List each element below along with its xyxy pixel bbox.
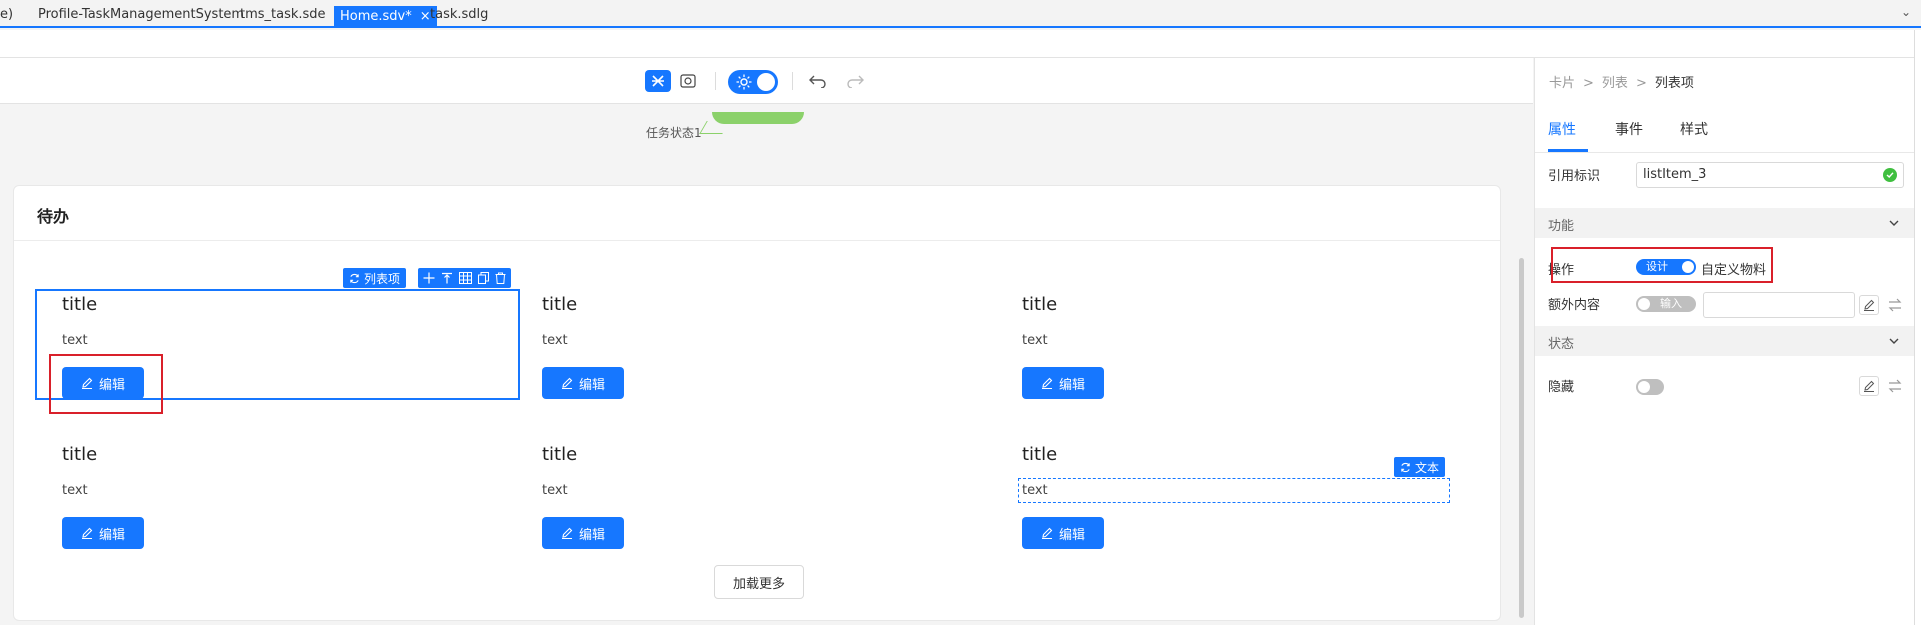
edit-icon[interactable] (1859, 376, 1879, 396)
active-tab-indicator (1548, 149, 1588, 152)
swap-icon[interactable] (1887, 378, 1903, 394)
highlight-box (49, 354, 163, 414)
tab-styles[interactable]: 样式 (1680, 119, 1708, 139)
edit-button[interactable]: 编辑 (62, 517, 144, 549)
list-item-title: title (62, 444, 98, 465)
extra-content-input[interactable] (1703, 292, 1855, 318)
ref-id-input[interactable]: listItem_3 (1636, 162, 1904, 188)
edit-button[interactable]: 编辑 (1022, 517, 1104, 549)
selected-text-outline[interactable] (1018, 478, 1450, 503)
property-tabs: 属性 事件 样式 (1535, 106, 1914, 153)
switch-knob (1638, 381, 1650, 393)
edit-icon (561, 527, 573, 539)
card-divider (14, 240, 1500, 241)
list-item-tag-label: 列表项 (364, 271, 401, 286)
canvas-scrollbar[interactable] (1519, 258, 1524, 618)
highlight-box (1551, 247, 1773, 283)
hidden-label: 隐藏 (1548, 380, 1575, 395)
copy-icon[interactable] (478, 272, 489, 284)
trash-icon[interactable] (495, 272, 506, 284)
extra-switch-text: 输入 (1660, 297, 1682, 310)
load-more-button[interactable]: 加载更多 (714, 565, 804, 599)
text-tag[interactable]: 文本 (1394, 457, 1446, 477)
edit-button[interactable]: 编辑 (1022, 367, 1104, 399)
tab-label: Home.sdv* (340, 9, 412, 24)
check-icon (1883, 168, 1897, 182)
list-item-text: text (1022, 333, 1048, 348)
list-item-title: title (542, 444, 578, 465)
align-top-icon[interactable] (441, 272, 453, 284)
extra-content-label: 额外内容 (1548, 298, 1601, 313)
refresh-icon (350, 273, 359, 283)
breadcrumb-item[interactable]: 卡片 (1549, 76, 1575, 91)
edit-button[interactable]: 编辑 (542, 367, 624, 399)
item-toolbar (418, 268, 511, 288)
tab-home-sdv[interactable]: Home.sdv* × (334, 6, 437, 28)
edit-button-label: 编辑 (578, 527, 605, 543)
tab-profile-task-management-system[interactable]: Profile-TaskManagementSystem (38, 4, 244, 26)
ref-id-value: listItem_3 (1643, 167, 1707, 182)
tab-task-sdlg[interactable]: task.sdlg (430, 4, 488, 26)
edit-icon (1041, 527, 1053, 539)
tab-properties[interactable]: 属性 (1548, 119, 1576, 139)
chevron-down-icon[interactable]: ⌄ (1901, 5, 1911, 19)
property-panel: 卡片 > 列表 > 列表项 属性 事件 样式 引用标识 listItem_3 功能 操作… (1534, 58, 1914, 625)
list-item-title: title (542, 294, 578, 315)
edit-button-label: 编辑 (1058, 377, 1085, 393)
list-item-text: text (542, 333, 568, 348)
section-state[interactable]: 状态 (1535, 326, 1914, 356)
ref-id-label: 引用标识 (1548, 169, 1601, 184)
grid-icon[interactable] (459, 272, 472, 284)
edit-icon (1041, 377, 1053, 389)
text-tag-label: 文本 (1415, 460, 1440, 475)
edit-button[interactable]: 编辑 (542, 517, 624, 549)
right-edge-strip (1914, 30, 1921, 625)
edit-icon (81, 527, 93, 539)
design-mode-icon[interactable] (645, 70, 671, 92)
tab-tms-task-sde[interactable]: tms_task.sde (240, 4, 326, 26)
section-function-label: 功能 (1548, 219, 1575, 234)
hidden-switch[interactable] (1636, 379, 1664, 395)
list-item-title: title (1022, 294, 1058, 315)
edit-button-label: 编辑 (578, 377, 605, 393)
todo-card[interactable]: 待办 title text 编辑 title text 编辑 title tex… (13, 185, 1501, 621)
switch-knob (1638, 298, 1650, 310)
move-icon[interactable] (423, 272, 435, 284)
breadcrumb-item[interactable]: 列表 (1602, 76, 1628, 91)
list-item-title: title (1022, 444, 1058, 465)
breadcrumb-separator: > (1583, 76, 1594, 91)
sub-toolbar (0, 30, 1921, 58)
list-item-text: text (62, 483, 88, 498)
swap-icon[interactable] (1887, 297, 1903, 313)
breadcrumb-separator: > (1635, 76, 1647, 91)
toolbar-divider (715, 72, 716, 90)
breadcrumb-current: 列表项 (1654, 76, 1694, 91)
chevron-down-icon (1889, 220, 1899, 226)
refresh-icon (1401, 462, 1410, 472)
redo-icon[interactable] (842, 70, 868, 92)
preview-icon[interactable] (675, 70, 701, 92)
sun-icon (736, 74, 752, 90)
toggle-knob (757, 73, 775, 91)
tab-profile-partial[interactable]: e) (0, 4, 13, 26)
edit-icon (561, 377, 573, 389)
edit-icon[interactable] (1859, 295, 1879, 315)
toolbar-divider (792, 72, 793, 90)
card-title: 待办 (37, 207, 70, 226)
list-item-tag[interactable]: 列表项 (343, 268, 407, 288)
list-item-text: text (542, 483, 568, 498)
breadcrumb: 卡片 > 列表 > 列表项 (1549, 72, 1694, 91)
theme-toggle[interactable] (728, 70, 778, 94)
extra-content-switch[interactable]: 输入 (1636, 296, 1696, 312)
edit-button-label: 编辑 (1058, 527, 1085, 543)
chart-label: 任务状态1 (646, 126, 702, 140)
canvas-toolbar (0, 58, 1533, 104)
edit-button-label: 编辑 (98, 527, 125, 543)
section-function[interactable]: 功能 (1535, 208, 1914, 238)
tab-events[interactable]: 事件 (1615, 119, 1643, 139)
chevron-down-icon (1889, 338, 1899, 344)
editor-tab-bar: e) Profile-TaskManagementSystem tms_task… (0, 0, 1921, 28)
undo-icon[interactable] (805, 70, 831, 92)
section-state-label: 状态 (1548, 337, 1575, 352)
